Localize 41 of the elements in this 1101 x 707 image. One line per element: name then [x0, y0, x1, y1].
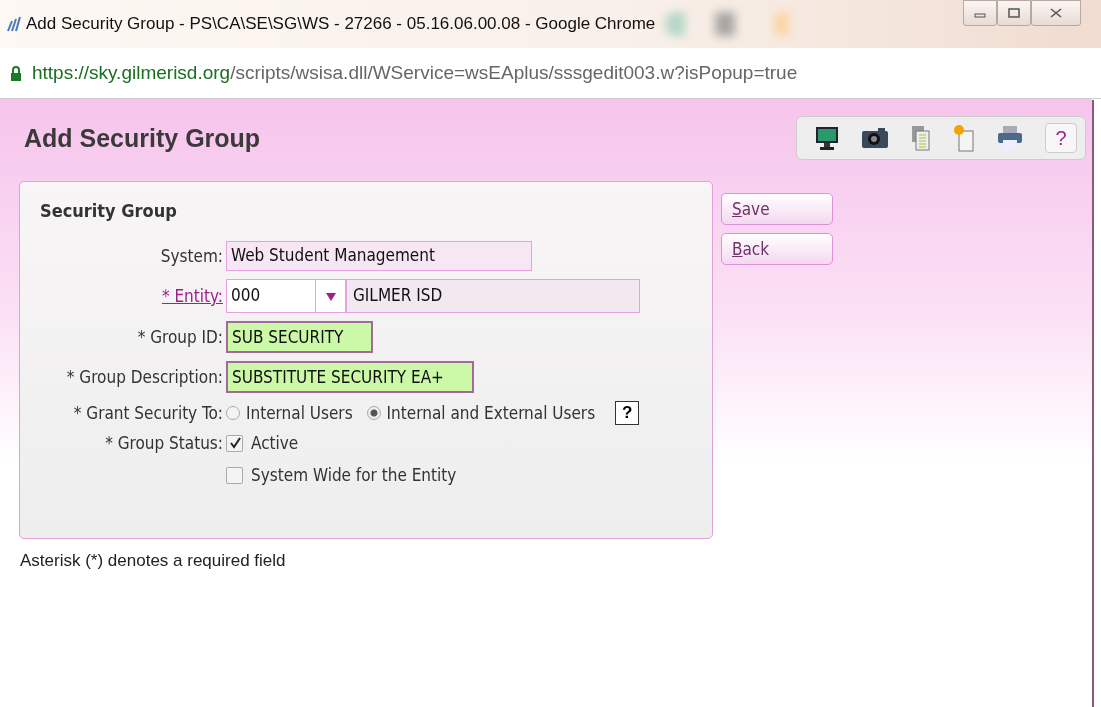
- window-title: Add Security Group - PS\CA\SE\SG\WS - 27266 - 05.16.06.00.08 - Google Chrome: [26, 14, 656, 34]
- camera-icon[interactable]: [861, 127, 889, 149]
- help-button[interactable]: ?: [1045, 123, 1077, 153]
- input-field[interactable]: SUB SECURITY: [226, 321, 374, 353]
- app-icon: [6, 16, 22, 32]
- caret-icon: [325, 292, 336, 301]
- field-label: * Group Description:: [65, 367, 224, 387]
- close-icon: [1050, 8, 1062, 18]
- section-title: Security Group: [40, 200, 178, 221]
- address-bar[interactable]: https://sky.gilmerisd.org/scripts/wsisa.dll/WService=wsEAplus/sssgedit003.w?isPopup=true: [10, 62, 798, 84]
- printer-icon[interactable]: [997, 125, 1023, 151]
- field-label: System:: [159, 246, 224, 266]
- option-label: System Wide for the Entity: [251, 465, 457, 485]
- document-icon[interactable]: [911, 125, 931, 151]
- footnote: Asterisk (*) denotes a required field: [19, 550, 287, 571]
- minimize-button[interactable]: [963, 0, 997, 26]
- field-label: * Group Status:: [104, 433, 224, 453]
- maximize-icon: [1008, 8, 1020, 18]
- action-button[interactable]: Save: [721, 193, 833, 225]
- input-field[interactable]: SUBSTITUTE SECURITY EA+: [226, 361, 474, 393]
- help-button[interactable]: ?: [615, 401, 640, 425]
- input-field[interactable]: 000: [226, 279, 316, 313]
- close-button[interactable]: [1031, 0, 1081, 26]
- checkbox[interactable]: [226, 434, 243, 452]
- maximize-button[interactable]: [997, 0, 1031, 26]
- page-title: Add Security Group: [24, 123, 261, 153]
- option-label: Internal and External Users: [386, 403, 596, 423]
- option-label: Active: [251, 433, 299, 453]
- radio-button[interactable]: [226, 406, 240, 420]
- field-label: * Grant Security To:: [72, 403, 224, 423]
- checkbox[interactable]: [226, 466, 243, 484]
- dropdown-button[interactable]: [316, 279, 346, 313]
- radio-button[interactable]: [366, 406, 381, 420]
- field-label: * Group ID:: [136, 327, 224, 347]
- monitor-icon[interactable]: [815, 125, 839, 151]
- field-label-link[interactable]: * Entity:: [40, 286, 226, 306]
- action-button[interactable]: Back: [721, 233, 833, 265]
- lock-icon: [10, 65, 22, 81]
- option-label: Internal Users: [246, 403, 353, 423]
- readonly-field: Web Student Management: [226, 241, 532, 271]
- readonly-field: GILMER ISD: [346, 279, 640, 313]
